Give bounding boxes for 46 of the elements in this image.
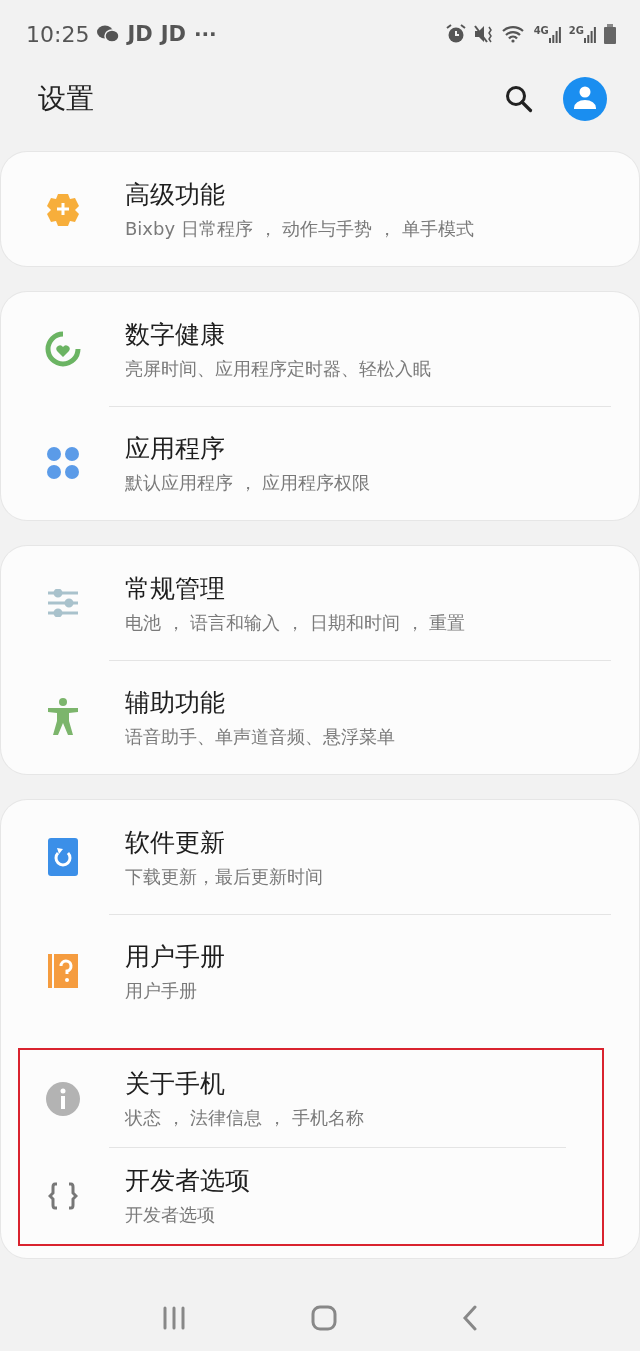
wifi-icon bbox=[501, 25, 526, 44]
alarm-icon bbox=[445, 24, 466, 45]
setting-title[interactable]: 高级功能 bbox=[125, 177, 474, 211]
setting-subtitle: 语音助手、单声道音频、悬浮菜单 bbox=[125, 724, 395, 749]
home-icon[interactable] bbox=[311, 1304, 337, 1331]
page-title: 设置 bbox=[38, 81, 95, 118]
recent-apps-icon[interactable] bbox=[162, 1305, 187, 1330]
setting-title[interactable]: 应用程序 bbox=[125, 431, 371, 465]
signal-icon bbox=[584, 25, 596, 44]
setting-title[interactable]: 软件更新 bbox=[125, 825, 323, 859]
sliders-icon bbox=[47, 589, 79, 618]
chat-bubbles-icon bbox=[97, 25, 120, 44]
battery-icon bbox=[604, 24, 616, 45]
heart-ring-icon bbox=[44, 330, 82, 369]
more-notifications: ··· bbox=[193, 22, 217, 47]
help-book-icon bbox=[48, 954, 78, 989]
four-dots-icon bbox=[46, 446, 80, 481]
setting-title[interactable]: 常规管理 bbox=[125, 571, 466, 605]
refresh-icon bbox=[48, 838, 78, 877]
app-notification-label: JD bbox=[160, 22, 186, 47]
setting-title[interactable]: 关于手机 bbox=[125, 1067, 364, 1101]
network-type-label: 4G bbox=[533, 25, 549, 37]
puzzle-gear-icon bbox=[46, 192, 80, 227]
setting-title[interactable]: 数字健康 bbox=[125, 317, 431, 351]
search-icon[interactable] bbox=[505, 85, 533, 114]
setting-title[interactable]: 辅助功能 bbox=[125, 685, 395, 719]
setting-subtitle: 用户手册 bbox=[125, 978, 198, 1003]
network-type-label: 2G bbox=[568, 25, 584, 37]
braces-icon bbox=[48, 1181, 78, 1210]
info-icon bbox=[46, 1081, 80, 1116]
setting-subtitle: 状态 ， 法律信息 ， 手机名称 bbox=[125, 1106, 364, 1131]
setting-subtitle: 下载更新，最后更新时间 bbox=[125, 864, 323, 889]
setting-title[interactable]: 开发者选项 bbox=[125, 1164, 250, 1198]
signal-icon bbox=[548, 25, 561, 44]
account-avatar-icon[interactable] bbox=[563, 77, 607, 122]
setting-subtitle: Bixby 日常程序 ， 动作与手势 ， 单手模式 bbox=[125, 216, 474, 241]
setting-subtitle: 亮屏时间、应用程序定时器、轻松入眠 bbox=[125, 356, 431, 381]
app-notification-label: JD bbox=[127, 22, 153, 47]
person-icon bbox=[47, 698, 79, 737]
mute-vibrate-icon bbox=[473, 25, 494, 44]
back-icon[interactable] bbox=[461, 1304, 478, 1331]
clock: 10:25 bbox=[26, 21, 90, 47]
setting-subtitle: 开发者选项 bbox=[125, 1203, 216, 1228]
setting-title[interactable]: 用户手册 bbox=[125, 939, 225, 973]
setting-subtitle: 电池 ， 语言和输入 ， 日期和时间 ， 重置 bbox=[125, 610, 466, 635]
setting-subtitle: 默认应用程序 ， 应用程序权限 bbox=[125, 470, 371, 495]
